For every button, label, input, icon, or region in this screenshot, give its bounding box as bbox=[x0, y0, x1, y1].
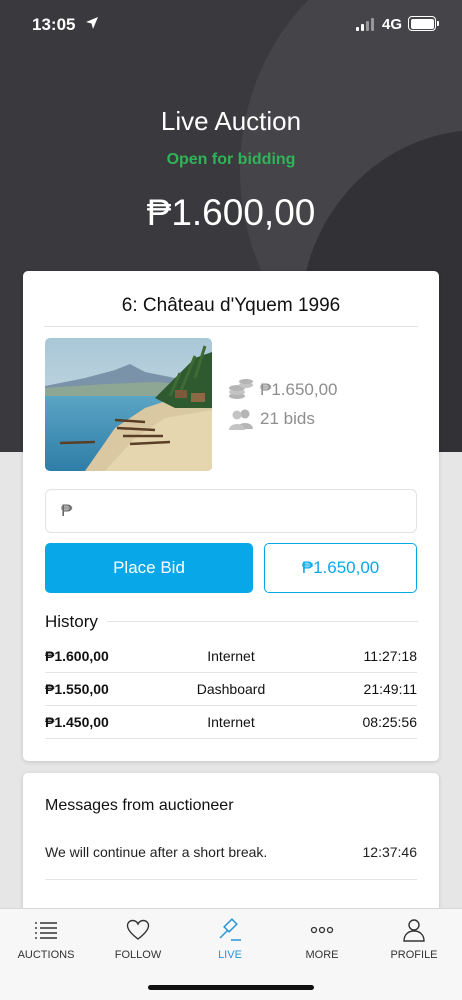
list-icon bbox=[35, 922, 57, 939]
bids-stat: 21 bids bbox=[228, 408, 315, 430]
history-row: ₱1.550,00 Dashboard 21:49:11 bbox=[45, 673, 417, 706]
history-heading: History bbox=[45, 612, 98, 631]
history-time: 08:25:56 bbox=[362, 714, 418, 730]
tab-label: AUCTIONS bbox=[17, 949, 75, 961]
history-source: Internet bbox=[207, 714, 255, 730]
location-arrow-icon bbox=[86, 17, 98, 29]
tab-label: FOLLOW bbox=[114, 949, 162, 961]
auction-status: Open for bidding bbox=[166, 151, 296, 168]
current-price: ₱1.600,00 bbox=[146, 192, 316, 233]
bid-amount-input[interactable]: ₱ bbox=[45, 489, 417, 533]
divider bbox=[44, 326, 418, 327]
message-text: We will continue after a short break. bbox=[45, 844, 268, 860]
bids-count: 21 bids bbox=[260, 409, 315, 428]
coins-icon bbox=[229, 379, 253, 399]
battery-icon bbox=[408, 16, 439, 31]
lot-title: 6: Château d'Yquem 1996 bbox=[121, 295, 341, 316]
painting-image bbox=[45, 338, 212, 471]
tab-profile[interactable]: PROFILE bbox=[368, 909, 460, 973]
divider bbox=[107, 621, 418, 622]
heart-icon bbox=[126, 919, 150, 940]
message-time: 12:37:46 bbox=[362, 844, 418, 860]
history-source: Internet bbox=[207, 648, 255, 664]
messages-heading: Messages from auctioneer bbox=[45, 797, 234, 814]
quick-bid-button[interactable]: ₱1.650,00 bbox=[264, 543, 417, 593]
place-bid-button[interactable]: Place Bid bbox=[45, 543, 253, 593]
status-time: 13:05 bbox=[32, 15, 76, 34]
next-bid-stat: ₱1.650,00 bbox=[228, 379, 338, 401]
tab-more[interactable]: MORE bbox=[276, 909, 368, 973]
tab-label: MORE bbox=[305, 949, 339, 961]
tab-label: LIVE bbox=[218, 949, 242, 961]
more-icon bbox=[310, 926, 334, 934]
users-icon bbox=[229, 409, 253, 430]
tab-live[interactable]: LIVE bbox=[184, 909, 276, 973]
signal-icon bbox=[356, 18, 374, 31]
history-time: 11:27:18 bbox=[363, 648, 417, 664]
status-bar: 13:05 4G bbox=[0, 0, 462, 50]
next-bid-amount: ₱1.650,00 bbox=[260, 380, 338, 399]
tab-label: PROFILE bbox=[390, 949, 438, 961]
gavel-icon bbox=[219, 918, 241, 941]
history-row: ₱1.600,00 Internet 11:27:18 bbox=[45, 640, 417, 673]
history-time: 21:49:11 bbox=[363, 681, 417, 697]
history-row: ₱1.450,00 Internet 08:25:56 bbox=[45, 706, 417, 739]
lot-card: 6: Château d'Yquem 1996 ₱1.650,00 21 bid… bbox=[23, 271, 439, 761]
tab-follow[interactable]: FOLLOW bbox=[92, 909, 184, 973]
history-source: Dashboard bbox=[196, 681, 266, 697]
tab-auctions[interactable]: AUCTIONS bbox=[0, 909, 92, 973]
user-icon bbox=[403, 919, 425, 942]
page-title: Live Auction bbox=[160, 106, 302, 136]
divider bbox=[45, 879, 417, 880]
network-type: 4G bbox=[382, 16, 403, 33]
home-indicator bbox=[148, 985, 314, 990]
lot-painting-image[interactable] bbox=[45, 338, 212, 471]
messages-card: Messages from auctioneer We will continu… bbox=[23, 773, 439, 923]
